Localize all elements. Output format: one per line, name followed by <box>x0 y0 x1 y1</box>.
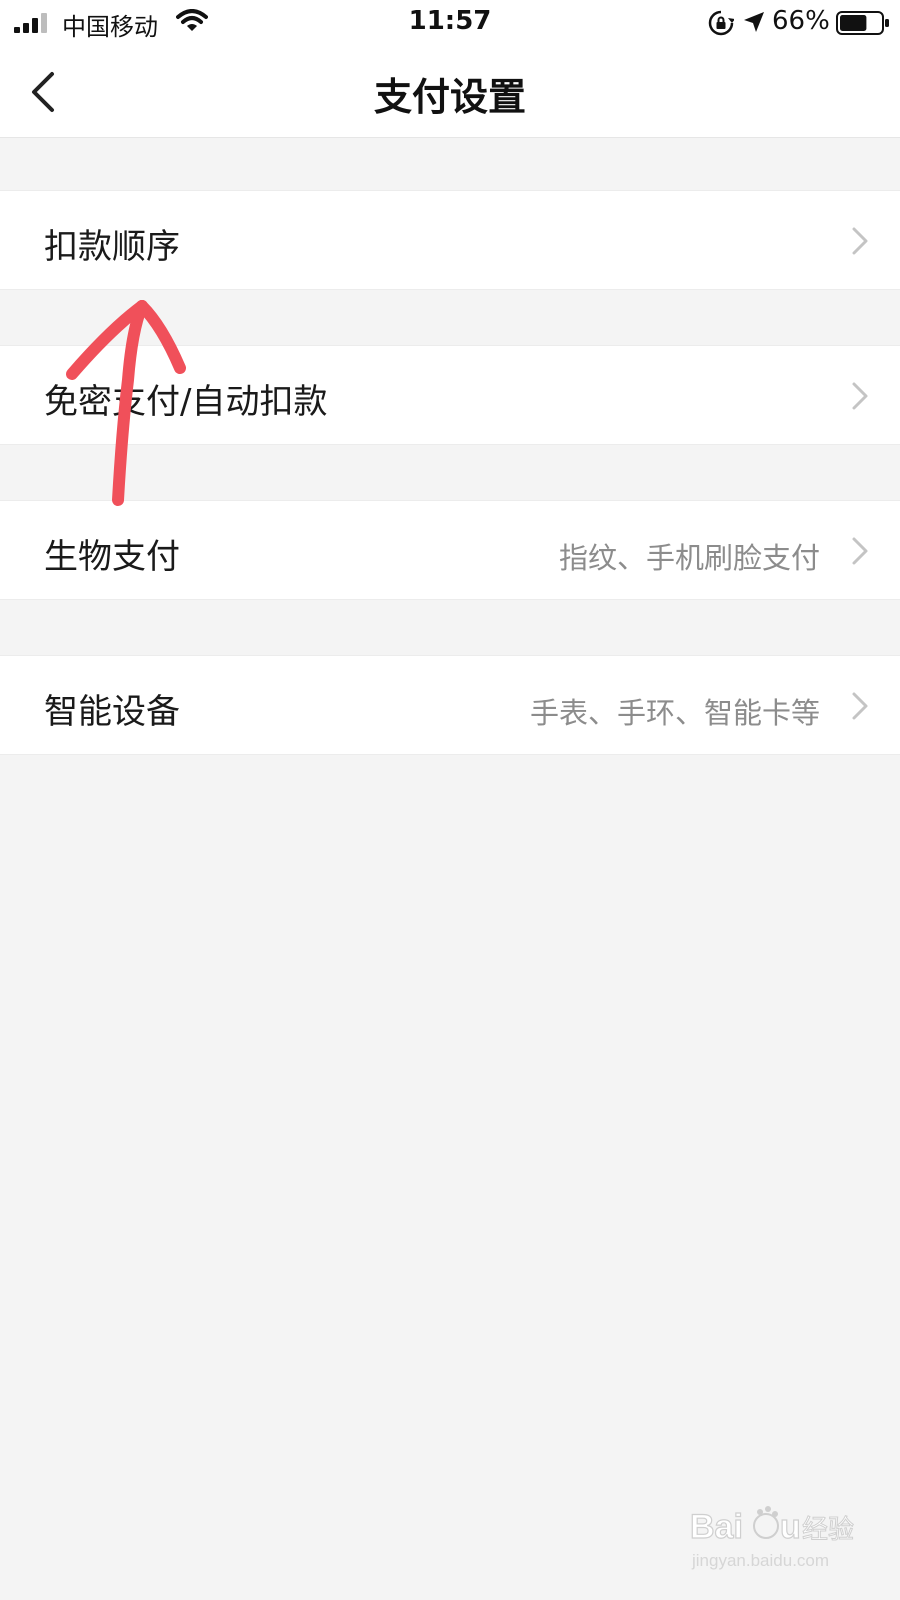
settings-row-biometric-payment[interactable]: 生物支付 指纹、手机刷脸支付 <box>0 500 900 600</box>
row-label: 免密支付/自动扣款 <box>44 382 328 422</box>
row-label: 智能设备 <box>44 692 180 732</box>
settings-row-deduction-order[interactable]: 扣款顺序 <box>0 190 900 290</box>
rotation-lock-icon <box>708 10 734 36</box>
svg-text:Bai: Bai <box>690 1508 743 1546</box>
chevron-right-icon <box>852 227 868 255</box>
svg-text:jingyan.baidu.com: jingyan.baidu.com <box>691 1551 829 1570</box>
row-label: 扣款顺序 <box>44 227 180 267</box>
chevron-right-icon <box>852 692 868 720</box>
page-title: 支付设置 <box>373 75 526 119</box>
battery-percent: 66% <box>772 6 830 36</box>
row-label: 生物支付 <box>44 537 180 577</box>
svg-text:经验: 经验 <box>802 1515 854 1545</box>
status-bar: 中国移动 11:57 66% <box>0 0 900 46</box>
location-arrow-icon <box>744 12 764 32</box>
settings-row-smart-devices[interactable]: 智能设备 手表、手环、智能卡等 <box>0 655 900 755</box>
row-detail: 手表、手环、智能卡等 <box>529 696 820 730</box>
baidu-jingyan-watermark-logo: Bai u 经验 jingyan.baidu.com <box>690 1506 855 1570</box>
row-detail: 指纹、手机刷脸支付 <box>558 541 820 575</box>
svg-text:u: u <box>780 1508 801 1546</box>
navigation-bar: 支付设置 <box>0 46 900 138</box>
settings-row-password-free-payment[interactable]: 免密支付/自动扣款 <box>0 345 900 445</box>
chevron-right-icon <box>852 382 868 410</box>
chevron-right-icon <box>852 537 868 565</box>
battery-icon <box>836 11 889 35</box>
